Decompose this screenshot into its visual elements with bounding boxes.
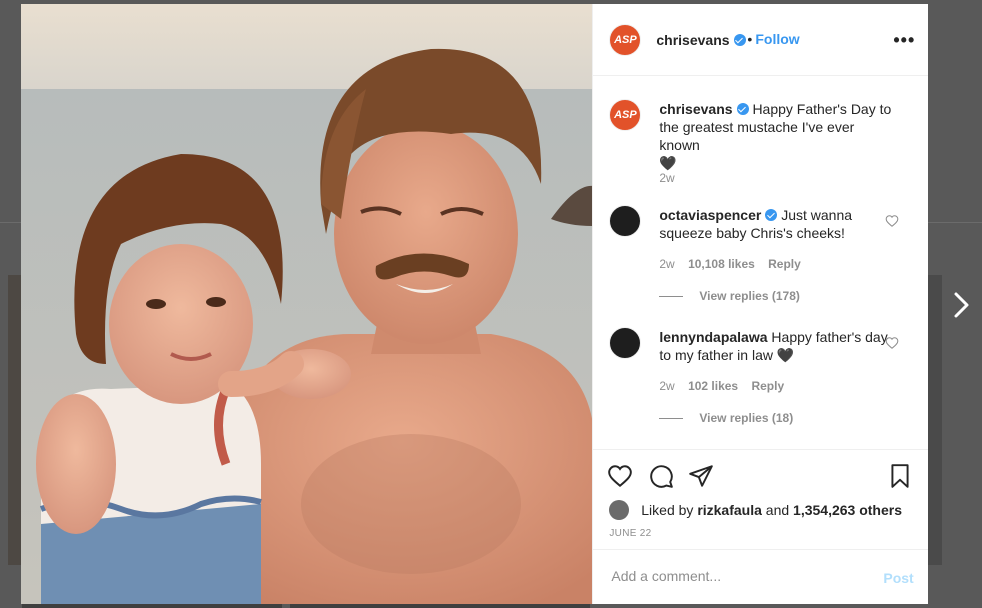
post-actions: Liked by rizkafaula and 1,354,263 others… (593, 449, 929, 550)
comment-meta: 2w 10,108 likes Reply (659, 257, 810, 271)
likes-prefix: Liked by (641, 502, 694, 518)
avatar-text: ASP (614, 109, 637, 121)
comment-time[interactable]: 2w (659, 257, 674, 271)
verified-icon (733, 34, 746, 46)
view-replies-button[interactable]: View replies (178) (659, 289, 800, 303)
comment-username[interactable]: lennyndapalawa (659, 329, 767, 345)
share-icon[interactable] (688, 463, 714, 489)
avatar[interactable] (609, 205, 642, 237)
view-replies-label[interactable]: View replies (178) (699, 289, 800, 303)
post-date[interactable]: JUNE 22 (609, 528, 651, 539)
add-comment-bar: Post (593, 549, 929, 605)
caption-body: chrisevans Happy Father's Day to the gre… (659, 100, 894, 172)
post-header: ASP chrisevans • Follow ••• (593, 4, 929, 76)
heart-icon[interactable] (885, 336, 899, 350)
heart-icon[interactable] (885, 214, 899, 228)
avatar-text: ASP (614, 34, 637, 46)
follow-button[interactable]: Follow (755, 31, 799, 47)
likes-summary: Liked by rizkafaula and 1,354,263 others (609, 500, 902, 520)
caption-time[interactable]: 2w (659, 171, 674, 185)
post-modal: ASP chrisevans • Follow ••• ASP chriseva… (21, 4, 929, 605)
view-replies-button[interactable]: View replies (18) (659, 411, 793, 425)
reply-button[interactable]: Reply (768, 257, 801, 271)
verified-icon (736, 103, 749, 115)
background-thumbnail-left (8, 275, 22, 565)
comment-username[interactable]: octaviaspencer (659, 207, 761, 223)
comment-item: lennyndapalawa Happy father's day to my … (609, 327, 914, 427)
comment-likes[interactable]: 102 likes (688, 379, 738, 393)
author-username[interactable]: chrisevans (656, 32, 746, 48)
comment-time[interactable]: 2w (659, 379, 674, 393)
comment-icon[interactable] (648, 463, 674, 489)
bookmark-icon[interactable] (887, 463, 913, 489)
avatar[interactable] (609, 500, 630, 520)
post-sidebar: ASP chrisevans • Follow ••• ASP chriseva… (592, 4, 929, 605)
post-photo[interactable] (21, 4, 593, 604)
comment-body: octaviaspencer Just wanna squeeze baby C… (659, 206, 894, 242)
likes-conj: and (765, 502, 790, 518)
replies-rule (659, 418, 684, 420)
caption: ASP chrisevans Happy Father's Day to the… (609, 99, 914, 189)
avatar[interactable]: ASP (609, 99, 642, 131)
comment-body: lennyndapalawa Happy father's day to my … (659, 328, 894, 364)
caption-emoji: 🖤 (659, 155, 677, 171)
caption-username[interactable]: chrisevans (659, 101, 732, 117)
caption-meta: 2w (659, 171, 684, 185)
post-button[interactable]: Post (883, 570, 913, 586)
comment-likes[interactable]: 10,108 likes (688, 257, 755, 271)
author-name[interactable]: chrisevans (656, 32, 729, 48)
heart-icon[interactable] (607, 463, 633, 489)
comment-item: octaviaspencer Just wanna squeeze baby C… (609, 205, 914, 305)
likes-others[interactable]: 1,354,263 others (793, 502, 902, 518)
avatar[interactable]: ASP (609, 24, 642, 56)
comment-input[interactable] (609, 567, 864, 585)
comment-meta: 2w 102 likes Reply (659, 379, 794, 393)
chevron-right-icon[interactable] (950, 290, 974, 320)
background-thumbnail-right (928, 275, 942, 565)
separator: • (747, 31, 753, 47)
replies-rule (659, 296, 684, 298)
view-replies-label[interactable]: View replies (18) (699, 411, 793, 425)
reply-button[interactable]: Reply (751, 379, 784, 393)
avatar[interactable] (609, 327, 642, 359)
verified-icon (765, 209, 778, 221)
liked-by-user[interactable]: rizkafaula (697, 502, 762, 518)
photo-illustration (21, 4, 593, 604)
more-icon[interactable]: ••• (893, 30, 915, 51)
